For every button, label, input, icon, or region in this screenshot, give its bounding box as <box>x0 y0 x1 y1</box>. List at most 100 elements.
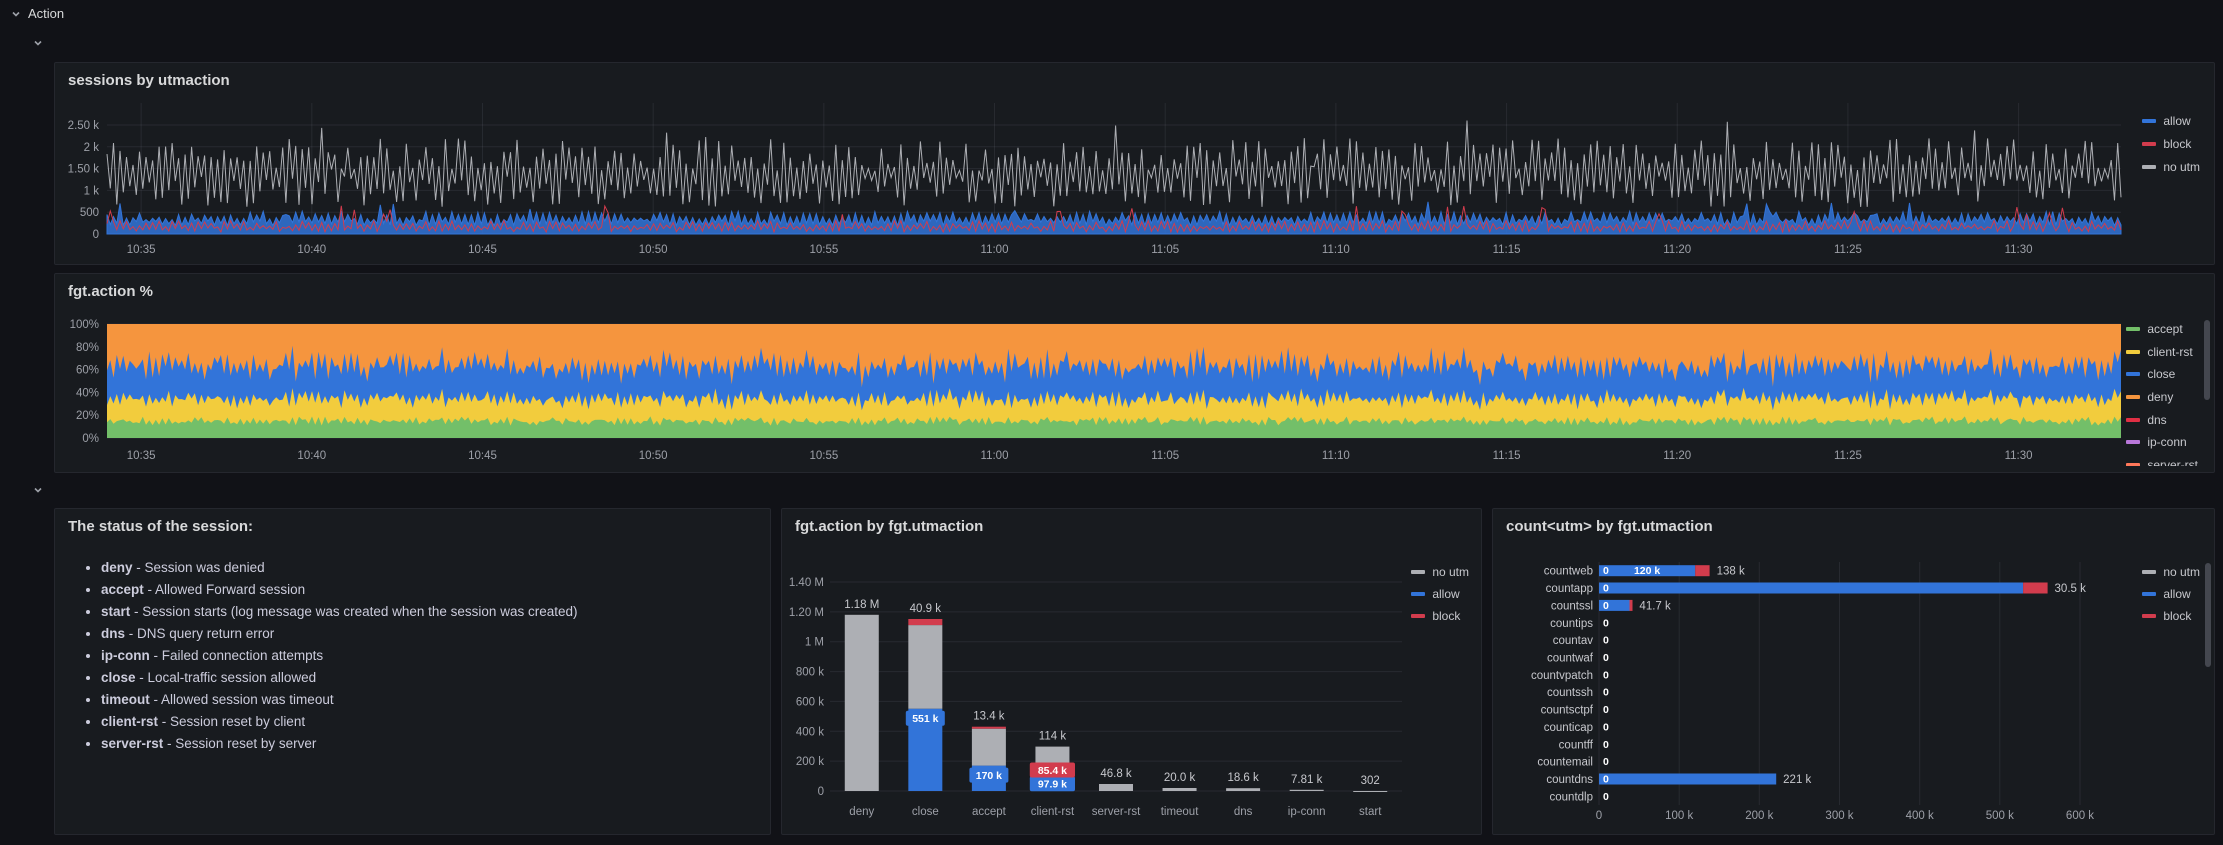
legend-item-block[interactable]: block <box>2142 137 2200 151</box>
segment-value-label: 551 k <box>912 713 938 725</box>
legend-item-no-utm[interactable]: no utm <box>1411 565 1469 579</box>
x-axis-label: 10:45 <box>468 244 497 256</box>
status-item-client-rst: client-rst - Session reset by client <box>101 715 752 730</box>
x-axis-label: 10:50 <box>639 450 668 462</box>
y-axis-label: 1.20 M <box>789 607 824 619</box>
zero-value-label: 0 <box>1603 669 1609 681</box>
zero-value-label: 0 <box>1603 617 1609 629</box>
legend-item-server-rst[interactable]: server-rst <box>2126 458 2198 466</box>
bar-segment-timeout-no-utm <box>1163 788 1197 791</box>
status-item-accept: accept - Allowed Forward session <box>101 583 752 598</box>
legend-label: no utm <box>1432 565 1469 579</box>
panel-session-status-text: The status of the session: deny - Sessio… <box>54 508 771 835</box>
legend-item-no-utm[interactable]: no utm <box>2142 565 2200 579</box>
count-utm-horizontal-bar-chart: 0100 k200 k300 k400 k500 k600 kcountweb1… <box>1493 509 2216 836</box>
scrollbar-thumb[interactable] <box>2204 320 2210 400</box>
legend-item-block[interactable]: block <box>1411 609 1469 623</box>
chevron-down-icon <box>10 8 22 20</box>
legend-item-close[interactable]: close <box>2126 367 2198 381</box>
legend-swatch <box>2142 570 2156 574</box>
fgt-action-by-utmaction-bar-chart: 0200 k400 k600 k800 k1 M1.20 M1.40 Mdeny… <box>782 509 1483 836</box>
scrollbar-thumb[interactable] <box>2205 563 2211 667</box>
status-term: client-rst <box>101 714 158 729</box>
legend-item-accept[interactable]: accept <box>2126 322 2198 336</box>
bar-segment-server-rst-no-utm <box>1099 784 1133 791</box>
segment-value-label: 170 k <box>976 770 1002 782</box>
y-category-label: countwaf <box>1547 652 1594 664</box>
bar-top-value-label: 18.6 k <box>1227 772 1259 784</box>
x-axis-label: 10:55 <box>809 450 838 462</box>
y-category-label: countemail <box>1537 757 1593 769</box>
legend-item-ip-conn[interactable]: ip-conn <box>2126 435 2198 449</box>
legend-swatch <box>1411 592 1425 596</box>
row-collapse-chevron-icon-2[interactable] <box>32 483 46 497</box>
panel-title-fgt-action-pct[interactable]: fgt.action % <box>68 283 153 300</box>
panel-sessions-by-utmaction: sessions by utmaction 05001 k1.50 k2 k2.… <box>54 62 2215 265</box>
status-term: dns <box>101 626 125 641</box>
zero-value-label: 0 <box>1603 756 1609 768</box>
legend-item-block[interactable]: block <box>2142 609 2200 623</box>
x-axis-label: 400 k <box>1906 810 1934 822</box>
legend-swatch <box>2142 165 2156 169</box>
y-axis-label: 500 <box>80 207 99 219</box>
legend-swatch <box>2126 418 2140 422</box>
segment-value-label: 120 k <box>1634 565 1660 577</box>
status-item-deny: deny - Session was denied <box>101 561 752 576</box>
zero-value-label: 0 <box>1603 635 1609 647</box>
legend-swatch <box>2142 142 2156 146</box>
y-category-label: countips <box>1550 618 1593 630</box>
legend-item-dns[interactable]: dns <box>2126 413 2198 427</box>
legend-item-deny[interactable]: deny <box>2126 390 2198 404</box>
x-axis-label: 11:20 <box>1663 450 1691 462</box>
zero-value-label: 0 <box>1603 652 1609 664</box>
bar-top-value-label: 46.8 k <box>1100 768 1132 780</box>
bar-segment-close-block <box>908 619 942 625</box>
bar-top-value-label: 20.0 k <box>1164 772 1196 784</box>
x-axis-label: 11:10 <box>1322 450 1350 462</box>
x-axis-label: 10:35 <box>127 244 156 256</box>
legend-item-client-rst[interactable]: client-rst <box>2126 345 2198 359</box>
bar-end-value-label: 221 k <box>1783 774 1811 786</box>
row-collapse-chevron-icon[interactable] <box>32 36 46 50</box>
bar-segment-close-no-utm <box>908 625 942 709</box>
status-term: ip-conn <box>101 648 150 663</box>
legend-label: allow <box>1432 587 1459 601</box>
x-axis-label: 200 k <box>1745 810 1773 822</box>
panel-title-session-status[interactable]: The status of the session: <box>68 518 253 535</box>
bar-segment-deny-no-utm <box>845 615 879 791</box>
legend-swatch <box>2126 327 2140 331</box>
legend-swatch <box>2142 614 2156 618</box>
status-description: - Allowed session was timeout <box>150 692 334 707</box>
legend-label: accept <box>2147 322 2182 336</box>
legend-label: block <box>2163 137 2191 151</box>
status-description: - Allowed Forward session <box>144 582 305 597</box>
x-axis-label: 11:15 <box>1493 244 1521 256</box>
panel-title-fgt-action-by-utmaction[interactable]: fgt.action by fgt.utmaction <box>795 518 983 535</box>
panel-title-count-utm[interactable]: count<utm> by fgt.utmaction <box>1506 518 1713 535</box>
y-category-label: countapp <box>1546 583 1593 595</box>
y-axis-label: 1.50 k <box>68 164 100 176</box>
panel-title-sessions[interactable]: sessions by utmaction <box>68 72 230 89</box>
legend-swatch <box>1411 570 1425 574</box>
status-term: server-rst <box>101 736 163 751</box>
zero-value-label: 0 <box>1603 583 1609 595</box>
y-axis-label: 1 k <box>84 185 100 197</box>
status-item-dns: dns - DNS query return error <box>101 627 752 642</box>
legend-item-allow[interactable]: allow <box>2142 114 2200 128</box>
y-axis-label: 400 k <box>796 726 824 738</box>
legend-item-allow[interactable]: allow <box>1411 587 1469 601</box>
legend-swatch <box>2126 395 2140 399</box>
legend-label: server-rst <box>2147 458 2198 466</box>
panel-fgt-action-by-utmaction: fgt.action by fgt.utmaction 0200 k400 k6… <box>781 508 1482 835</box>
row-header-action[interactable]: Action <box>10 6 64 21</box>
status-item-close: close - Local-traffic session allowed <box>101 671 752 686</box>
bar-end-value-label: 30.5 k <box>2055 583 2087 595</box>
bar-end-value-label: 138 k <box>1717 566 1745 578</box>
row-title: Action <box>28 6 64 21</box>
bar-top-value-label: 13.4 k <box>973 711 1005 723</box>
legend-item-allow[interactable]: allow <box>2142 587 2200 601</box>
status-description: - Session reset by server <box>163 736 316 751</box>
y-axis-label: 60% <box>76 365 99 377</box>
legend-item-no-utm[interactable]: no utm <box>2142 160 2200 174</box>
x-axis-label: 11:25 <box>1834 450 1862 462</box>
